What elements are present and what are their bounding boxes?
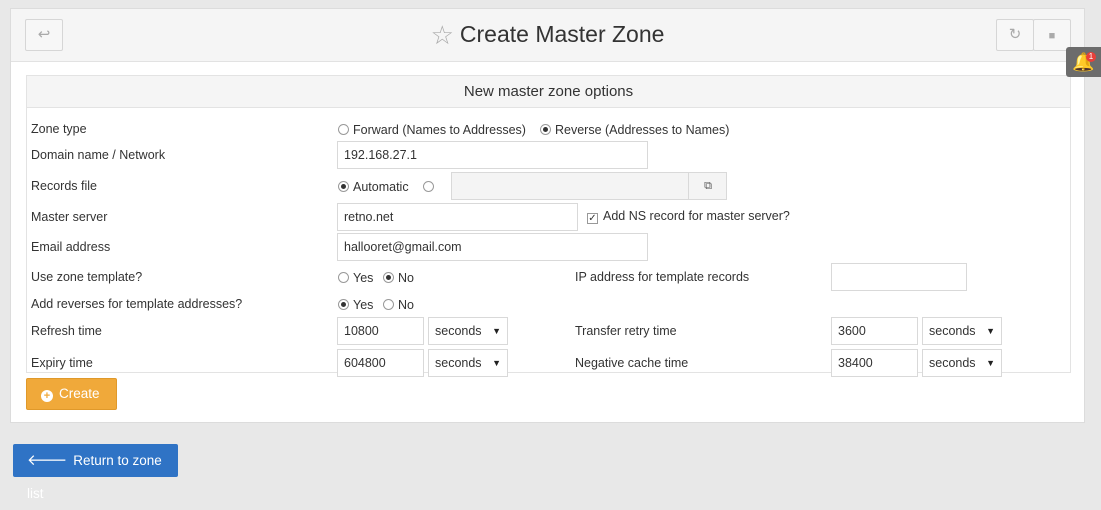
ns-record-checkbox[interactable]: ✓ (587, 213, 598, 224)
reverses-label: Add reverses for template addresses? (31, 297, 243, 311)
page-header: ↩ ☆ Create Master Zone ↻ ■ (11, 9, 1084, 62)
domain-input[interactable]: 192.168.27.1 (337, 141, 648, 169)
reverses-no-option[interactable]: No (383, 298, 414, 312)
negative-cache-input[interactable]: 38400 (831, 349, 918, 377)
notifications-button[interactable]: 🔔 1 (1066, 47, 1101, 77)
master-server-label: Master server (31, 210, 108, 224)
refresh-button[interactable]: ↻ (996, 19, 1034, 51)
file-chooser-button[interactable]: ⧉ (688, 173, 727, 199)
reverses-yes-label: Yes (353, 298, 374, 312)
email-label: Email address (31, 240, 111, 254)
zone-template-yes-label: Yes (353, 271, 374, 285)
forward-label: Forward (Names to Addresses) (353, 123, 526, 137)
transfer-retry-label: Transfer retry time (575, 324, 677, 338)
domain-label: Domain name / Network (31, 148, 166, 162)
reverses-yes-radio[interactable] (338, 299, 349, 310)
ip-template-input[interactable] (831, 263, 967, 291)
ip-template-label: IP address for template records (575, 270, 750, 284)
automatic-radio[interactable] (338, 181, 349, 192)
reverses-no-radio[interactable] (383, 299, 394, 310)
refresh-time-unit-select[interactable]: seconds ▼ (428, 317, 508, 345)
refresh-time-label: Refresh time (31, 324, 102, 338)
zone-type-label: Zone type (31, 122, 87, 136)
chevron-down-icon: ▼ (986, 358, 995, 368)
records-file-custom-option[interactable] (423, 180, 438, 194)
transfer-retry-unit-value: seconds (929, 324, 976, 338)
chevron-down-icon: ▼ (492, 326, 501, 336)
transfer-retry-unit-select[interactable]: seconds ▼ (922, 317, 1002, 345)
automatic-label: Automatic (353, 180, 409, 194)
reverses-no-label: No (398, 298, 414, 312)
create-button-label: Create (59, 386, 100, 401)
negative-cache-unit-value: seconds (929, 356, 976, 370)
expiry-time-unit-value: seconds (435, 356, 482, 370)
zone-type-forward-option[interactable]: Forward (Names to Addresses) (338, 123, 526, 137)
chevron-down-icon: ▼ (492, 358, 501, 368)
page-title: ☆ Create Master Zone (11, 20, 1084, 51)
zone-template-no-radio[interactable] (383, 272, 394, 283)
master-server-input[interactable]: retno.net (337, 203, 578, 231)
file-chooser-icon: ⧉ (704, 180, 712, 192)
custom-file-radio[interactable] (423, 181, 434, 192)
transfer-retry-input[interactable]: 3600 (831, 317, 918, 345)
expiry-time-unit-select[interactable]: seconds ▼ (428, 349, 508, 377)
zone-template-no-option[interactable]: No (383, 271, 414, 285)
return-to-zone-list-button[interactable]: 🡐 Return to zone list (13, 444, 178, 501)
expiry-time-label: Expiry time (31, 356, 93, 370)
negative-cache-unit-select[interactable]: seconds ▼ (922, 349, 1002, 377)
refresh-icon: ↻ (1008, 26, 1022, 43)
plus-circle-icon: + (41, 390, 53, 402)
stop-button[interactable]: ■ (1033, 19, 1071, 51)
negative-cache-label: Negative cache time (575, 356, 689, 370)
expiry-time-input[interactable]: 604800 (337, 349, 424, 377)
zone-template-yes-radio[interactable] (338, 272, 349, 283)
zone-template-no-label: No (398, 271, 414, 285)
form-heading: New master zone options (27, 76, 1070, 108)
zone-options-form: New master zone options Zone type Forwar… (26, 75, 1071, 377)
records-file-label: Records file (31, 179, 97, 193)
forward-radio[interactable] (338, 124, 349, 135)
stop-icon: ■ (1048, 30, 1056, 42)
records-file-automatic-option[interactable]: Automatic (338, 180, 409, 194)
chevron-down-icon: ▼ (986, 326, 995, 336)
reverse-label: Reverse (Addresses to Names) (555, 123, 730, 137)
refresh-time-unit-value: seconds (435, 324, 482, 338)
reverses-yes-option[interactable]: Yes (338, 298, 373, 312)
zone-type-reverse-option[interactable]: Reverse (Addresses to Names) (540, 123, 729, 137)
ns-record-option[interactable]: ✓ Add NS record for master server? (587, 209, 790, 224)
arrow-left-icon: 🡐 (27, 452, 68, 469)
ns-record-label: Add NS record for master server? (603, 209, 790, 223)
main-panel: ↩ ☆ Create Master Zone ↻ ■ New master zon… (10, 8, 1085, 423)
page-title-text: Create Master Zone (459, 21, 665, 47)
reverse-radio[interactable] (540, 124, 551, 135)
star-icon[interactable]: ☆ (431, 20, 454, 50)
zone-template-label: Use zone template? (31, 270, 143, 284)
zone-template-yes-option[interactable]: Yes (338, 271, 373, 285)
notification-badge: 1 (1086, 52, 1096, 62)
email-input[interactable]: hallooret@gmail.com (337, 233, 648, 261)
create-button[interactable]: + Create (26, 378, 117, 410)
refresh-time-input[interactable]: 10800 (337, 317, 424, 345)
records-file-input[interactable] (451, 172, 727, 200)
